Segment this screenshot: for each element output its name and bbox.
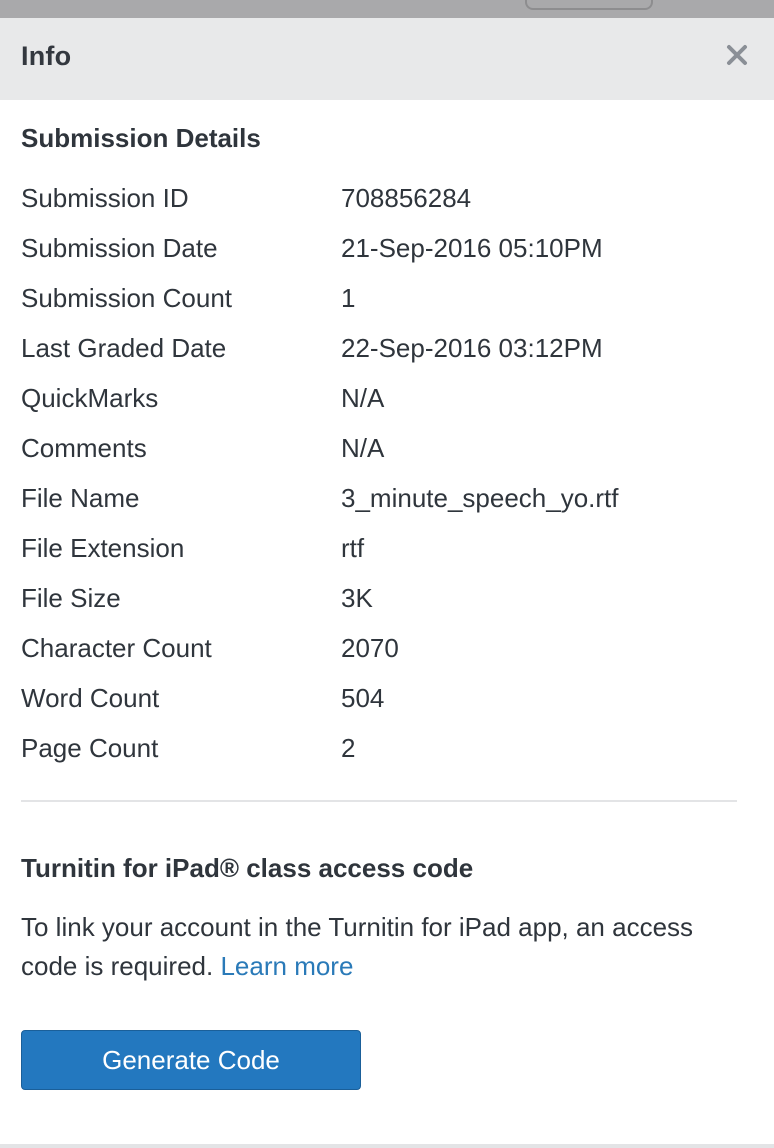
detail-row-last-graded-date: Last Graded Date 22-Sep-2016 03:12PM	[21, 333, 741, 373]
info-panel-header: Info	[0, 18, 774, 100]
ipad-access-title: Turnitin for iPad® class access code	[21, 853, 474, 883]
detail-row-page-count: Page Count 2	[21, 733, 741, 773]
detail-label: File Extension	[21, 533, 185, 563]
detail-row-submission-date: Submission Date 21-Sep-2016 05:10PM	[21, 233, 741, 273]
detail-label: Submission ID	[21, 183, 189, 213]
detail-value: 3_minute_speech_yo.rtf	[341, 483, 619, 513]
panel-bottom-border	[0, 1144, 774, 1148]
detail-label: Page Count	[21, 733, 159, 763]
detail-label: QuickMarks	[21, 383, 159, 413]
detail-row-file-extension: File Extension rtf	[21, 533, 741, 573]
detail-value: 504	[341, 683, 385, 713]
detail-label: Submission Date	[21, 233, 218, 263]
detail-label: File Name	[21, 483, 140, 513]
generate-code-button[interactable]: Generate Code	[21, 1030, 361, 1090]
detail-row-word-count: Word Count 504	[21, 683, 741, 723]
learn-more-link[interactable]: Learn more	[220, 951, 353, 981]
background-tab	[525, 0, 653, 10]
ipad-access-description-text: To link your account in the Turnitin for…	[21, 912, 694, 981]
panel-title: Info	[21, 41, 72, 71]
submission-details-title: Submission Details	[21, 123, 261, 153]
detail-value: rtf	[341, 533, 365, 563]
detail-label: Character Count	[21, 633, 212, 663]
detail-label: Comments	[21, 433, 147, 463]
detail-row-file-size: File Size 3K	[21, 583, 741, 623]
detail-label: File Size	[21, 583, 121, 613]
detail-row-character-count: Character Count 2070	[21, 633, 741, 673]
detail-value: 2	[341, 733, 356, 763]
detail-value: 21-Sep-2016 05:10PM	[341, 233, 603, 263]
detail-value: 3K	[341, 583, 373, 613]
ipad-access-description: To link your account in the Turnitin for…	[21, 908, 721, 986]
detail-label: Submission Count	[21, 283, 232, 313]
detail-label: Word Count	[21, 683, 160, 713]
detail-value: 2070	[341, 633, 399, 663]
detail-value: 708856284	[341, 183, 472, 213]
detail-value: N/A	[341, 433, 385, 463]
section-divider	[21, 800, 737, 802]
detail-value: N/A	[341, 383, 385, 413]
detail-row-submission-count: Submission Count 1	[21, 283, 741, 323]
detail-row-file-name: File Name 3_minute_speech_yo.rtf	[21, 483, 741, 523]
close-button[interactable]	[720, 38, 754, 72]
close-icon	[727, 45, 747, 65]
detail-row-quickmarks: QuickMarks N/A	[21, 383, 741, 423]
detail-row-submission-id: Submission ID 708856284	[21, 183, 741, 223]
detail-row-comments: Comments N/A	[21, 433, 741, 473]
detail-value: 1	[341, 283, 356, 313]
detail-value: 22-Sep-2016 03:12PM	[341, 333, 603, 363]
background-app-strip	[0, 0, 774, 18]
detail-label: Last Graded Date	[21, 333, 227, 363]
